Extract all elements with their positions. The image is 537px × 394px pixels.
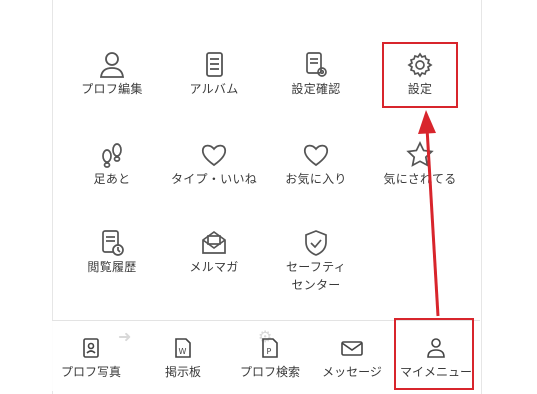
annotation-arrow [418,110,440,317]
